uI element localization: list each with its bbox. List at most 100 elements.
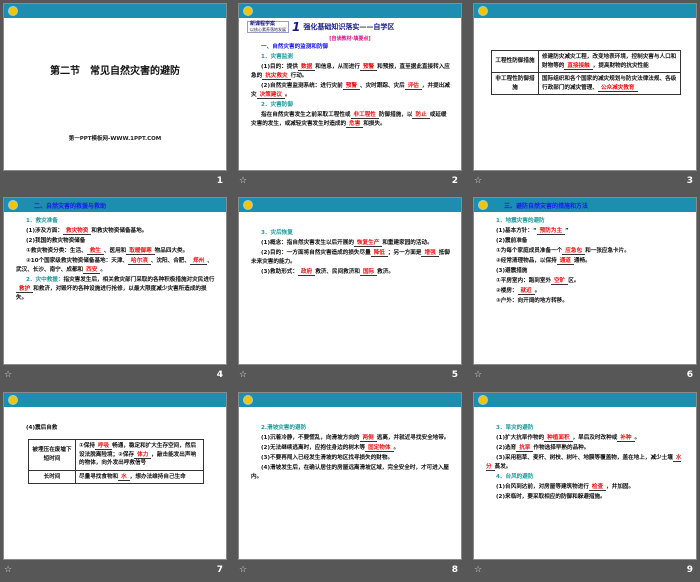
- row-content: 修建防灾减灾工程，改变地表环境，控制灾害与人口和财物等的 直接接触 ，提高财物的抗灾…: [538, 50, 681, 73]
- text-segment: 1．灾害监测: [261, 54, 293, 60]
- text-segment: ①为每个家庭成员准备一个: [496, 248, 563, 254]
- answer-blank: 固定物体: [365, 445, 394, 452]
- row-header: 非工程性防御措施: [491, 72, 539, 95]
- text-segment: 区。: [568, 278, 580, 284]
- slide-canvas[interactable]: 新课程学案 以核心素养落地发展 1 强化基础知识落实——自学区 [自读教材·填要点] 一、…: [238, 3, 462, 171]
- heading: 1．地震灾害的避防: [486, 217, 686, 226]
- slide-header-bar: [239, 4, 461, 18]
- text-segment: 行动。: [290, 73, 308, 79]
- paragraph: (1)涉及方面： 救灾物资 和救灾物资储备基地。: [16, 227, 216, 236]
- answer-blank: 预警: [342, 83, 360, 90]
- slide-thumbnail-7[interactable]: (4)震后自救 被埋压在废墟下短时间 ①保持 呼吸 畅通，稳定和扩大生存空间，然后设法脱…: [3, 392, 227, 582]
- animation-star-icon[interactable]: ☆: [239, 565, 247, 575]
- text-segment: 1．地震灾害的避防: [496, 218, 545, 224]
- measures-table: 被埋压在废墟下短时间 ①保持 呼吸 畅通，稳定和扩大生存空间，然后设法脱离险境；②保存…: [28, 439, 204, 484]
- slide-canvas[interactable]: 工程性防御措施 修建防灾减灾工程，改变地表环境，控制灾害与人口和财物等的 直接接触，…: [473, 3, 697, 171]
- text-segment: 2．灾害防御: [261, 102, 293, 108]
- slide-canvas[interactable]: 3．灾后恢复 (1)概念：指自然灾害发生以后开展的 恢复生产 和重建家园的活动。 (2)…: [238, 197, 462, 365]
- text-segment: ①救灾物资分类：生活、: [26, 248, 87, 254]
- text-segment: 和救灾物资储备基地。: [91, 228, 148, 234]
- slide-canvas[interactable]: 2.滑坡灾害的避防 (1)沉着冷静，不要慌乱，向滑坡方向的 两侧 逃离，并就近寻找安全…: [238, 392, 462, 560]
- answer-blank: 补种: [617, 435, 635, 442]
- slide-header-bar: [4, 4, 226, 18]
- heading: 3．灾后恢复: [251, 229, 451, 238]
- answer-blank: 体力: [134, 451, 152, 459]
- text-segment: 作物选择早熟的品种。: [533, 445, 590, 451]
- sun-logo-icon: [243, 6, 253, 16]
- paragraph: ①救灾物资分类：生活、 救生 、医用和 取暖御寒 物品四大类。: [16, 247, 216, 256]
- slide-header-bar: 三、避防自然灾害的措施和方法: [474, 198, 696, 212]
- answer-blank: 危害: [346, 121, 364, 128]
- slide-body: 1．救灾准备 (1)涉及方面： 救灾物资 和救灾物资储备基地。 (2)我国的救灾物资储备…: [4, 212, 226, 303]
- text-segment: 。: [534, 288, 541, 294]
- table-row: 长时间 尽量寻找食物和水，想办法维持自己生命: [28, 469, 204, 484]
- slide-canvas[interactable]: 二、自然灾害的救援与救助 1．救灾准备 (1)涉及方面： 救灾物资 和救灾物资储备基地。…: [3, 197, 227, 365]
- row-content: ①保持 呼吸 畅通，稳定和扩大生存空间，然后设法脱离险境；②保存 体力 ，敲击能发出声响…: [75, 439, 204, 471]
- slide-body: 一、自然灾害的监测和防御 1．灾害监测 (1)目的：提供 数据 和信息，从而进行 预警 和预…: [239, 43, 461, 129]
- text-segment: ①平房室内：跑到室外: [496, 278, 552, 284]
- slide-thumbnail-2[interactable]: 新课程学案 以核心素养落地发展 1 强化基础知识落实——自学区 [自读教材·填要点] 一、…: [238, 3, 462, 193]
- text-segment: 逃离，并就近寻找安全地带。: [376, 435, 450, 441]
- table-row: 非工程性防御措施 国际组织和各个国家的减灾规划与防灾法律法规、各级行政部门的减灾管…: [491, 72, 681, 95]
- text-segment: 1．救灾准备: [26, 218, 58, 224]
- slide-thumbnail-5[interactable]: 3．灾后恢复 (1)概念：指自然灾害发生以后开展的 恢复生产 和重建家园的活动。 (2)…: [238, 197, 462, 387]
- row-header: 被埋压在废墟下短时间: [28, 439, 76, 471]
- slide-body: 3．灾后恢复 (1)概念：指自然灾害发生以后开展的 恢复生产 和重建家园的活动。 (2)…: [239, 212, 461, 277]
- slide-number: 4: [216, 370, 223, 380]
- answer-blank: 评估: [404, 83, 422, 90]
- animation-star-icon[interactable]: ☆: [474, 370, 482, 380]
- text-segment: 。: [393, 445, 400, 451]
- text-segment: (3)救助形式：: [261, 269, 298, 275]
- animation-star-icon[interactable]: ☆: [239, 370, 247, 380]
- paragraph: (1)扩大抗旱作物的 种植面积 ，旱后及时改种或 补种。: [486, 434, 686, 443]
- text-segment: 通畅。: [573, 258, 591, 264]
- slide-thumbnail-8[interactable]: 2.滑坡灾害的避防 (1)沉着冷静，不要慌乱，向滑坡方向的 两侧 逃离，并就近寻找安全…: [238, 392, 462, 582]
- text-segment: (3)不要再闯入已经发生滑坡的地区找寻损失的财物。: [261, 455, 394, 461]
- animation-star-icon[interactable]: ☆: [4, 370, 12, 380]
- text-segment: ②10个国家级救灾物资储备基地：天津、: [26, 258, 129, 264]
- animation-star-icon[interactable]: ☆: [4, 565, 12, 575]
- answer-blank: 郑州: [190, 258, 208, 265]
- answer-blank: 空旷: [551, 278, 569, 285]
- row-content: 国际组织和各个国家的减灾规划与防灾法律法规、各级行政部门的减灾管理、 公众减灾教育: [538, 72, 681, 95]
- text-segment: ②楼房：: [496, 288, 518, 294]
- text-segment: (2)目的：一方面将自然灾害造成的损失尽量: [261, 250, 371, 256]
- slide-number: 8: [451, 565, 458, 575]
- paragraph: (3)采用稻草、麦秆、树枝、树叶、地膜等覆盖物，盖在地上，减少土壤 水分 蒸发。: [486, 454, 686, 472]
- slide-thumbnail-6[interactable]: 三、避防自然灾害的措施和方法 1．地震灾害的避防 (1)基本方针：“ 预防为主” (2)…: [473, 197, 697, 387]
- slide-thumbnail-1[interactable]: 第二节 常见自然灾害的避防 第一PPT模板网-WWW.1PPT.COM 1: [3, 3, 227, 193]
- text-segment: 和损失。: [363, 121, 386, 127]
- slide-canvas[interactable]: (4)震后自救 被埋压在废墟下短时间 ①保持 呼吸 畅通，稳定和扩大生存空间，然后设法脱…: [3, 392, 227, 560]
- animation-star-icon[interactable]: ☆: [239, 176, 247, 186]
- slide-thumbnail-4[interactable]: 二、自然灾害的救援与救助 1．救灾准备 (1)涉及方面： 救灾物资 和救灾物资储备基地。…: [3, 197, 227, 387]
- animation-star-icon[interactable]: ☆: [474, 176, 482, 186]
- text-segment: ；另一方面是: [387, 250, 422, 256]
- answer-blank: 抗灾救灾: [262, 73, 291, 80]
- slide-thumbnail-3[interactable]: 工程性防御措施 修建防灾减灾工程，改变地表环境，控制灾害与人口和财物等的 直接接触，…: [473, 3, 697, 193]
- animation-star-icon[interactable]: ☆: [474, 565, 482, 575]
- slide-thumbnail-9[interactable]: 3．旱灾的避防 (1)扩大抗旱作物的 种植面积 ，旱后及时改种或 补种。 (2)选育 抗旱作…: [473, 392, 697, 582]
- answer-blank: 恢复生产: [353, 240, 383, 247]
- paragraph: (1)台风到达前，对房屋等建筑物进行 检查 ，并加固。: [486, 483, 686, 492]
- answer-blank: 就近: [517, 288, 535, 295]
- text-segment: 救济。: [377, 269, 394, 275]
- text-segment: ，提高财物的抗灾性能: [592, 62, 649, 69]
- paragraph: ①为每个家庭成员准备一个 应急包 和一张应急卡片。: [486, 247, 686, 256]
- text-segment: (1)目的：提供: [261, 64, 298, 70]
- answer-blank: 政府: [297, 269, 316, 276]
- answer-blank: 通道: [556, 258, 574, 265]
- text-segment: 指灾害发生后，相关救灾部门采取的各种积极措施对灾民进行: [63, 277, 215, 283]
- paragraph: ①平房室内：跑到室外 空旷 区。: [486, 277, 686, 286]
- heading: 2．灾害防御: [251, 101, 451, 110]
- slide-canvas[interactable]: 三、避防自然灾害的措施和方法 1．地震灾害的避防 (1)基本方针：“ 预防为主” (2)…: [473, 197, 697, 365]
- slide-number: 5: [451, 370, 458, 380]
- text-segment: 尽量寻找食物和: [79, 473, 119, 480]
- paragraph: (3)不要再闯入已经发生滑坡的地区找寻损失的财物。: [251, 454, 451, 463]
- slide-canvas[interactable]: 第二节 常见自然灾害的避防 第一PPT模板网-WWW.1PPT.COM: [3, 3, 227, 171]
- text-segment: 防御措施，以: [378, 112, 413, 118]
- course-badge: 新课程学案 以核心素养落地发展: [247, 21, 289, 33]
- text-segment: 、沈阳、合肥、: [150, 258, 190, 264]
- text-segment: (1)概念：指自然灾害发生以后开展的: [261, 240, 354, 246]
- text-segment: 、灾时跟踪、灾后: [359, 83, 405, 89]
- slide-canvas[interactable]: 3．旱灾的避防 (1)扩大抗旱作物的 种植面积 ，旱后及时改种或 补种。 (2)选育 抗旱作…: [473, 392, 697, 560]
